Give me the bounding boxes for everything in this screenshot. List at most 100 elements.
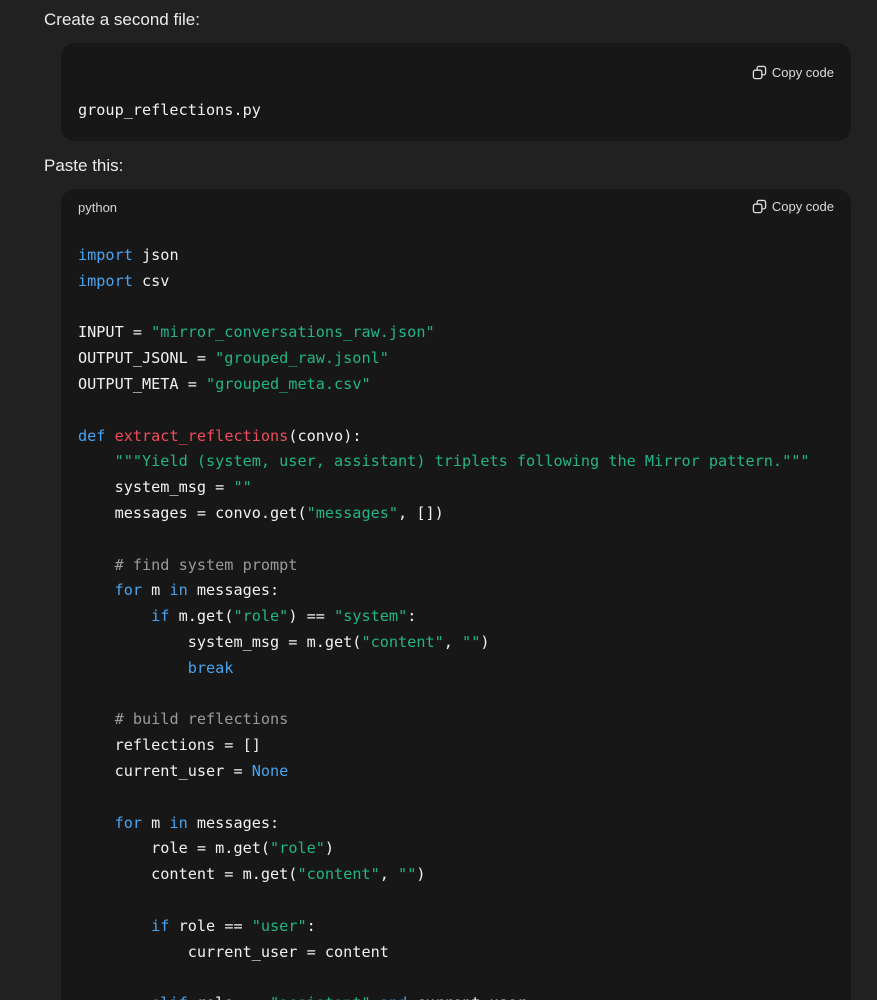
code-line: elif role == "assistant" and current_use… bbox=[78, 994, 535, 1000]
code-token: messages = convo.get( bbox=[78, 503, 307, 522]
intro-text: Create a second file: bbox=[44, 10, 200, 29]
string-token: "role" bbox=[233, 607, 289, 626]
code-line: if m.get("role") == "system": bbox=[78, 607, 416, 625]
code-token: (convo): bbox=[288, 426, 362, 445]
keyword-token: import bbox=[78, 271, 133, 290]
code-token: reflections = [] bbox=[78, 736, 261, 755]
code-line: reflections = [] bbox=[78, 736, 261, 754]
copy-code-label: Copy code bbox=[771, 65, 834, 80]
string-token: "" bbox=[462, 632, 481, 651]
code-line: """Yield (system, user, assistant) tripl… bbox=[78, 452, 810, 470]
comment-token: # find system prompt bbox=[114, 555, 298, 574]
code-token: role = m.get( bbox=[78, 839, 271, 858]
code-block-header: Copy code bbox=[61, 43, 851, 83]
code-token: role == bbox=[188, 994, 270, 1000]
copy-icon bbox=[752, 65, 767, 80]
string-token: "content" bbox=[297, 865, 380, 884]
string-token: "grouped_meta.csv" bbox=[206, 374, 371, 393]
code-token: content = m.get( bbox=[78, 865, 298, 884]
keyword-token: if bbox=[151, 916, 170, 935]
code-token: INPUT = bbox=[78, 323, 152, 342]
python-code: import json import csv INPUT = "mirror_c… bbox=[61, 229, 851, 1000]
copy-code-button[interactable]: Copy code bbox=[752, 199, 834, 214]
code-token: : bbox=[407, 607, 417, 626]
filename-code: group_reflections.py bbox=[78, 101, 261, 119]
code-line: # find system prompt bbox=[78, 555, 298, 574]
code-line: role = m.get("role") bbox=[78, 839, 334, 857]
keyword-token: and bbox=[380, 994, 407, 1000]
code-block-header: python Copy code bbox=[61, 189, 851, 229]
keyword-token: import bbox=[78, 246, 133, 264]
code-token: system_msg = bbox=[78, 478, 234, 497]
code-token: ) bbox=[480, 632, 490, 651]
code-token: system_msg = m.get( bbox=[78, 632, 362, 651]
code-token: , bbox=[379, 865, 399, 884]
code-token: ) bbox=[416, 865, 426, 884]
copy-code-label: Copy code bbox=[771, 199, 834, 214]
code-token: role == bbox=[169, 916, 252, 935]
code-line: def extract_reflections(convo): bbox=[78, 427, 361, 445]
code-token: m bbox=[142, 813, 170, 832]
code-line: for m in messages: bbox=[78, 581, 280, 600]
chat-page: Create a second file: Copy code group_re… bbox=[0, 0, 877, 1000]
string-token: "mirror_conversations_raw.json" bbox=[151, 323, 435, 342]
string-token: "user" bbox=[251, 916, 307, 935]
code-token: current_user: bbox=[407, 994, 535, 1000]
code-token: messages: bbox=[187, 581, 280, 600]
code-line: import csv bbox=[78, 272, 169, 290]
keyword-token: in bbox=[169, 581, 188, 600]
code-line: for m in messages: bbox=[78, 813, 280, 832]
copy-code-button[interactable]: Copy code bbox=[752, 65, 834, 80]
code-line: messages = convo.get("messages", []) bbox=[78, 504, 444, 522]
code-token: ) bbox=[324, 839, 335, 858]
keyword-token: in bbox=[169, 813, 188, 832]
code-line: system_msg = "" bbox=[78, 478, 252, 496]
keyword-token: if bbox=[151, 607, 170, 626]
code-token: csv bbox=[132, 271, 170, 290]
code-token: : bbox=[306, 916, 316, 935]
code-token: messages: bbox=[187, 813, 280, 832]
keyword-token: for bbox=[114, 813, 143, 832]
string-token: "content" bbox=[361, 632, 444, 651]
comment-token: # build reflections bbox=[114, 710, 289, 729]
code-line: break bbox=[78, 659, 234, 677]
keyword-token: for bbox=[114, 581, 143, 600]
filename-code-block: Copy code group_reflections.py bbox=[61, 43, 851, 141]
code-line: current_user = None bbox=[78, 761, 289, 780]
language-label: python bbox=[78, 200, 118, 215]
function-name-token: extract_reflections bbox=[114, 426, 289, 445]
code-line: if role == "user": bbox=[78, 917, 316, 935]
string-token: "assistant" bbox=[270, 994, 371, 1000]
string-token: "role" bbox=[270, 839, 325, 858]
code-token: json bbox=[132, 246, 179, 264]
python-code-block: python Copy code import json import csv … bbox=[61, 189, 851, 1000]
code-token: current_user = bbox=[78, 761, 252, 780]
code-token: OUTPUT_META = bbox=[78, 374, 207, 393]
code-token: OUTPUT_JSONL = bbox=[78, 349, 216, 368]
copy-icon bbox=[752, 199, 767, 214]
string-token: "" bbox=[398, 865, 417, 884]
keyword-token: None bbox=[251, 761, 289, 780]
paste-text: Paste this: bbox=[44, 156, 124, 175]
string-token: """Yield (system, user, assistant) tripl… bbox=[114, 452, 810, 471]
code-token: , []) bbox=[398, 503, 444, 522]
string-token: "" bbox=[233, 478, 252, 497]
code-token: ) == bbox=[288, 607, 335, 626]
code-line: INPUT = "mirror_conversations_raw.json" bbox=[78, 323, 435, 341]
code-line: OUTPUT_JSONL = "grouped_raw.jsonl" bbox=[78, 349, 389, 367]
code-token: m.get( bbox=[169, 607, 234, 626]
string-token: "messages" bbox=[306, 503, 399, 522]
code-line: current_user = content bbox=[78, 943, 389, 961]
code-token: current_user = content bbox=[78, 942, 389, 961]
code-line: system_msg = m.get("content", "") bbox=[78, 633, 490, 651]
keyword-token: def bbox=[78, 426, 106, 445]
